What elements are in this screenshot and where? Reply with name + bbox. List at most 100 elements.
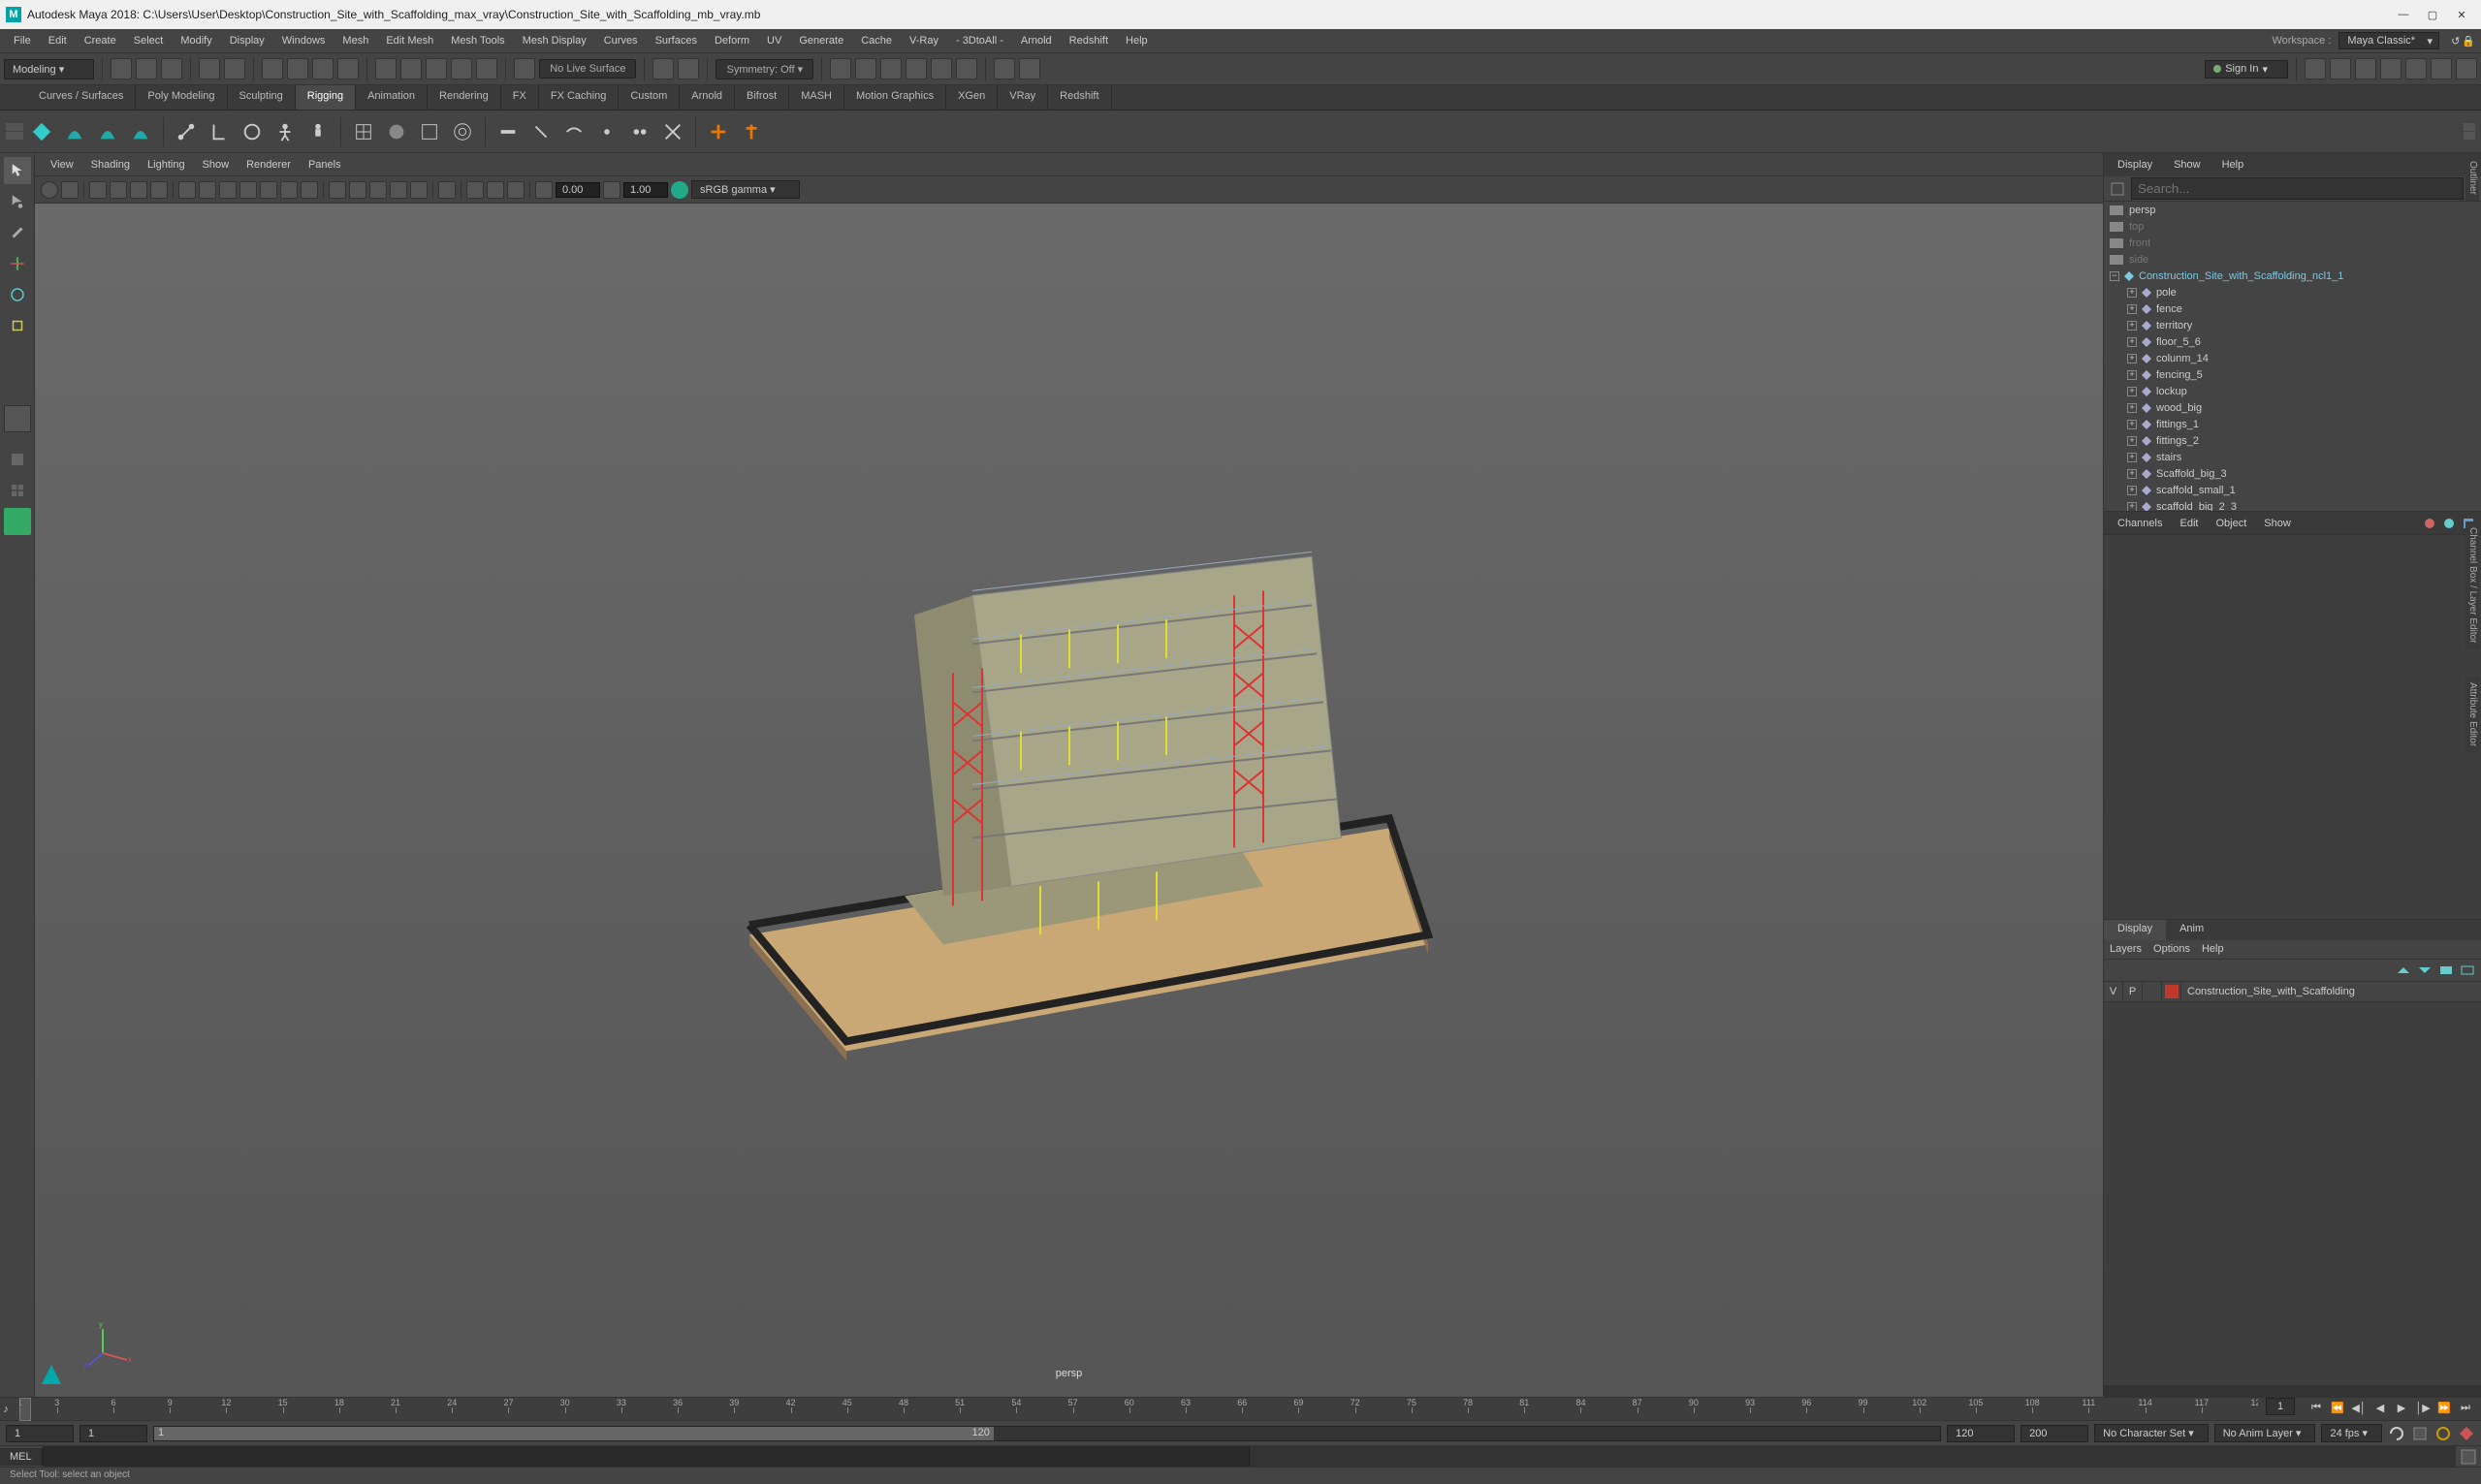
xgen-icon[interactable] xyxy=(2355,58,2376,79)
expand-icon[interactable]: + xyxy=(2127,304,2137,314)
shelf-cluster-icon[interactable] xyxy=(382,117,411,146)
panel-xray-icon[interactable] xyxy=(466,181,484,199)
range-track[interactable]: 1 120 xyxy=(153,1426,1941,1441)
rotate-tool[interactable] xyxy=(4,281,31,308)
layer-playback-cell[interactable]: P xyxy=(2123,982,2143,1001)
workspace-lock-icon[interactable]: 🔒 xyxy=(2462,35,2475,47)
expand-icon[interactable]: + xyxy=(2127,453,2137,462)
channel-box-body[interactable] xyxy=(2104,535,2481,919)
undo-icon[interactable] xyxy=(199,58,220,79)
shelf-icon-2[interactable] xyxy=(60,117,89,146)
menu-curves[interactable]: Curves xyxy=(596,32,646,49)
shelf-humanik2-icon[interactable] xyxy=(303,117,333,146)
menu-mesh-display[interactable]: Mesh Display xyxy=(515,32,594,49)
shelf-tab-mash[interactable]: MASH xyxy=(789,85,844,110)
shelf-layout-up-icon[interactable] xyxy=(6,123,23,131)
fps-dropdown[interactable]: 24 fps ▾ xyxy=(2321,1424,2382,1442)
layer-template-cell[interactable] xyxy=(2143,982,2162,1001)
save-scene-icon[interactable] xyxy=(161,58,182,79)
autokey-icon[interactable] xyxy=(2411,1425,2429,1442)
outliner-camera-persp[interactable]: persp xyxy=(2104,202,2481,218)
menu-windows[interactable]: Windows xyxy=(274,32,334,49)
shelf-tab-animation[interactable]: Animation xyxy=(356,85,428,110)
cb-menu-edit[interactable]: Edit xyxy=(2172,515,2206,532)
shelf-scroll-down-icon[interactable] xyxy=(2464,132,2475,140)
time-slider[interactable]: ♪ 13691215182124273033363942454851545760… xyxy=(0,1397,2481,1420)
render-settings-icon[interactable] xyxy=(880,58,902,79)
outliner-node-fencing_5[interactable]: +fencing_5 xyxy=(2104,366,2481,383)
panel-wireframe-icon[interactable] xyxy=(329,181,346,199)
outliner-node-fence[interactable]: +fence xyxy=(2104,300,2481,317)
panel-2d-pan-icon[interactable] xyxy=(130,181,147,199)
history-icon[interactable] xyxy=(652,58,674,79)
menu-file[interactable]: File xyxy=(6,32,39,49)
cb-menu-channels[interactable]: Channels xyxy=(2110,515,2170,532)
expand-icon[interactable]: + xyxy=(2127,420,2137,429)
script-editor-icon[interactable] xyxy=(2460,1448,2477,1466)
make-live-icon[interactable] xyxy=(514,58,535,79)
lasso-tool[interactable] xyxy=(4,188,31,215)
panel-xray-active-icon[interactable] xyxy=(507,181,525,199)
outliner-node-wood_big[interactable]: +wood_big xyxy=(2104,399,2481,416)
menu--3dtoall-[interactable]: - 3DtoAll - xyxy=(948,32,1011,49)
panel-isolate-icon[interactable] xyxy=(438,181,456,199)
panel-gamma-value[interactable]: 1.00 xyxy=(623,182,668,198)
last-tool[interactable] xyxy=(4,405,31,432)
expand-icon[interactable]: + xyxy=(2127,321,2137,331)
panel-menu-show[interactable]: Show xyxy=(195,156,238,174)
panel-menu-lighting[interactable]: Lighting xyxy=(140,156,193,174)
panel-menu-panels[interactable]: Panels xyxy=(301,156,349,174)
outliner-node-colunm_14[interactable]: +colunm_14 xyxy=(2104,350,2481,366)
play-back-button[interactable]: ◀ xyxy=(2370,1398,2390,1417)
layer-visibility-cell[interactable]: V xyxy=(2104,982,2123,1001)
shelf-layout-down-icon[interactable] xyxy=(6,132,23,140)
shelf-constraint5-icon[interactable] xyxy=(625,117,654,146)
layer-menu-layers[interactable]: Layers xyxy=(2110,943,2142,955)
expand-icon[interactable]: + xyxy=(2127,354,2137,363)
layout-four-icon[interactable] xyxy=(4,477,31,504)
shelf-tab-redshift[interactable]: Redshift xyxy=(1048,85,1111,110)
outliner-node-stairs[interactable]: +stairs xyxy=(2104,449,2481,465)
shelf-tab-vray[interactable]: VRay xyxy=(998,85,1048,110)
outliner-tree[interactable]: persptopfrontside−Construction_Site_with… xyxy=(2104,202,2481,512)
range-end-field[interactable]: 200 xyxy=(2020,1425,2088,1442)
range-in-field[interactable]: 1 xyxy=(80,1425,147,1442)
shelf-tab-fx[interactable]: FX xyxy=(501,85,539,110)
shelf-skin-icon[interactable] xyxy=(238,117,267,146)
shelf-joint-icon[interactable] xyxy=(172,117,201,146)
panel-gate-mask-icon[interactable] xyxy=(239,181,257,199)
symmetry-dropdown[interactable]: Symmetry: Off ▾ xyxy=(716,59,813,79)
outliner-menu-help[interactable]: Help xyxy=(2212,156,2254,174)
panel-textured-icon[interactable] xyxy=(369,181,387,199)
workspace-reset-icon[interactable]: ↺ xyxy=(2451,35,2460,47)
shelf-wire-icon[interactable] xyxy=(415,117,444,146)
cb-icon-2[interactable] xyxy=(2442,517,2456,530)
snap-plane-icon[interactable] xyxy=(451,58,472,79)
panel-menu-renderer[interactable]: Renderer xyxy=(239,156,299,174)
cb-menu-show[interactable]: Show xyxy=(2256,515,2299,532)
layer-tab-anim[interactable]: Anim xyxy=(2166,920,2217,940)
panel-grease-icon[interactable] xyxy=(150,181,168,199)
anim-layer-dropdown[interactable]: No Anim Layer ▾ xyxy=(2214,1424,2316,1442)
menu-arnold[interactable]: Arnold xyxy=(1013,32,1060,49)
shelf-tab-bifrost[interactable]: Bifrost xyxy=(735,85,789,110)
panel-resolution-gate-icon[interactable] xyxy=(219,181,237,199)
panel-menu-view[interactable]: View xyxy=(43,156,81,174)
outliner-node-fittings_1[interactable]: +fittings_1 xyxy=(2104,416,2481,432)
shelf-lattice-icon[interactable] xyxy=(349,117,378,146)
layer-menu-help[interactable]: Help xyxy=(2202,943,2224,955)
menu-mesh[interactable]: Mesh xyxy=(334,32,376,49)
outliner-camera-side[interactable]: side xyxy=(2104,251,2481,268)
expand-icon[interactable]: + xyxy=(2127,387,2137,396)
menu-display[interactable]: Display xyxy=(222,32,272,49)
layout-single-icon[interactable] xyxy=(4,446,31,473)
shelf-pose-icon[interactable] xyxy=(704,117,733,146)
hypershade-icon[interactable] xyxy=(931,58,952,79)
expand-icon[interactable]: + xyxy=(2127,337,2137,347)
outliner-node-fittings_2[interactable]: +fittings_2 xyxy=(2104,432,2481,449)
outliner-node-scaffold_small_1[interactable]: +scaffold_small_1 xyxy=(2104,482,2481,498)
outliner-node-scaffold_big_2_3[interactable]: +scaffold_big_2_3 xyxy=(2104,498,2481,512)
step-back-button[interactable]: ◀│ xyxy=(2349,1398,2369,1417)
shelf-tab-curves-surfaces[interactable]: Curves / Surfaces xyxy=(27,85,136,110)
panel-image-plane-icon[interactable] xyxy=(110,181,127,199)
